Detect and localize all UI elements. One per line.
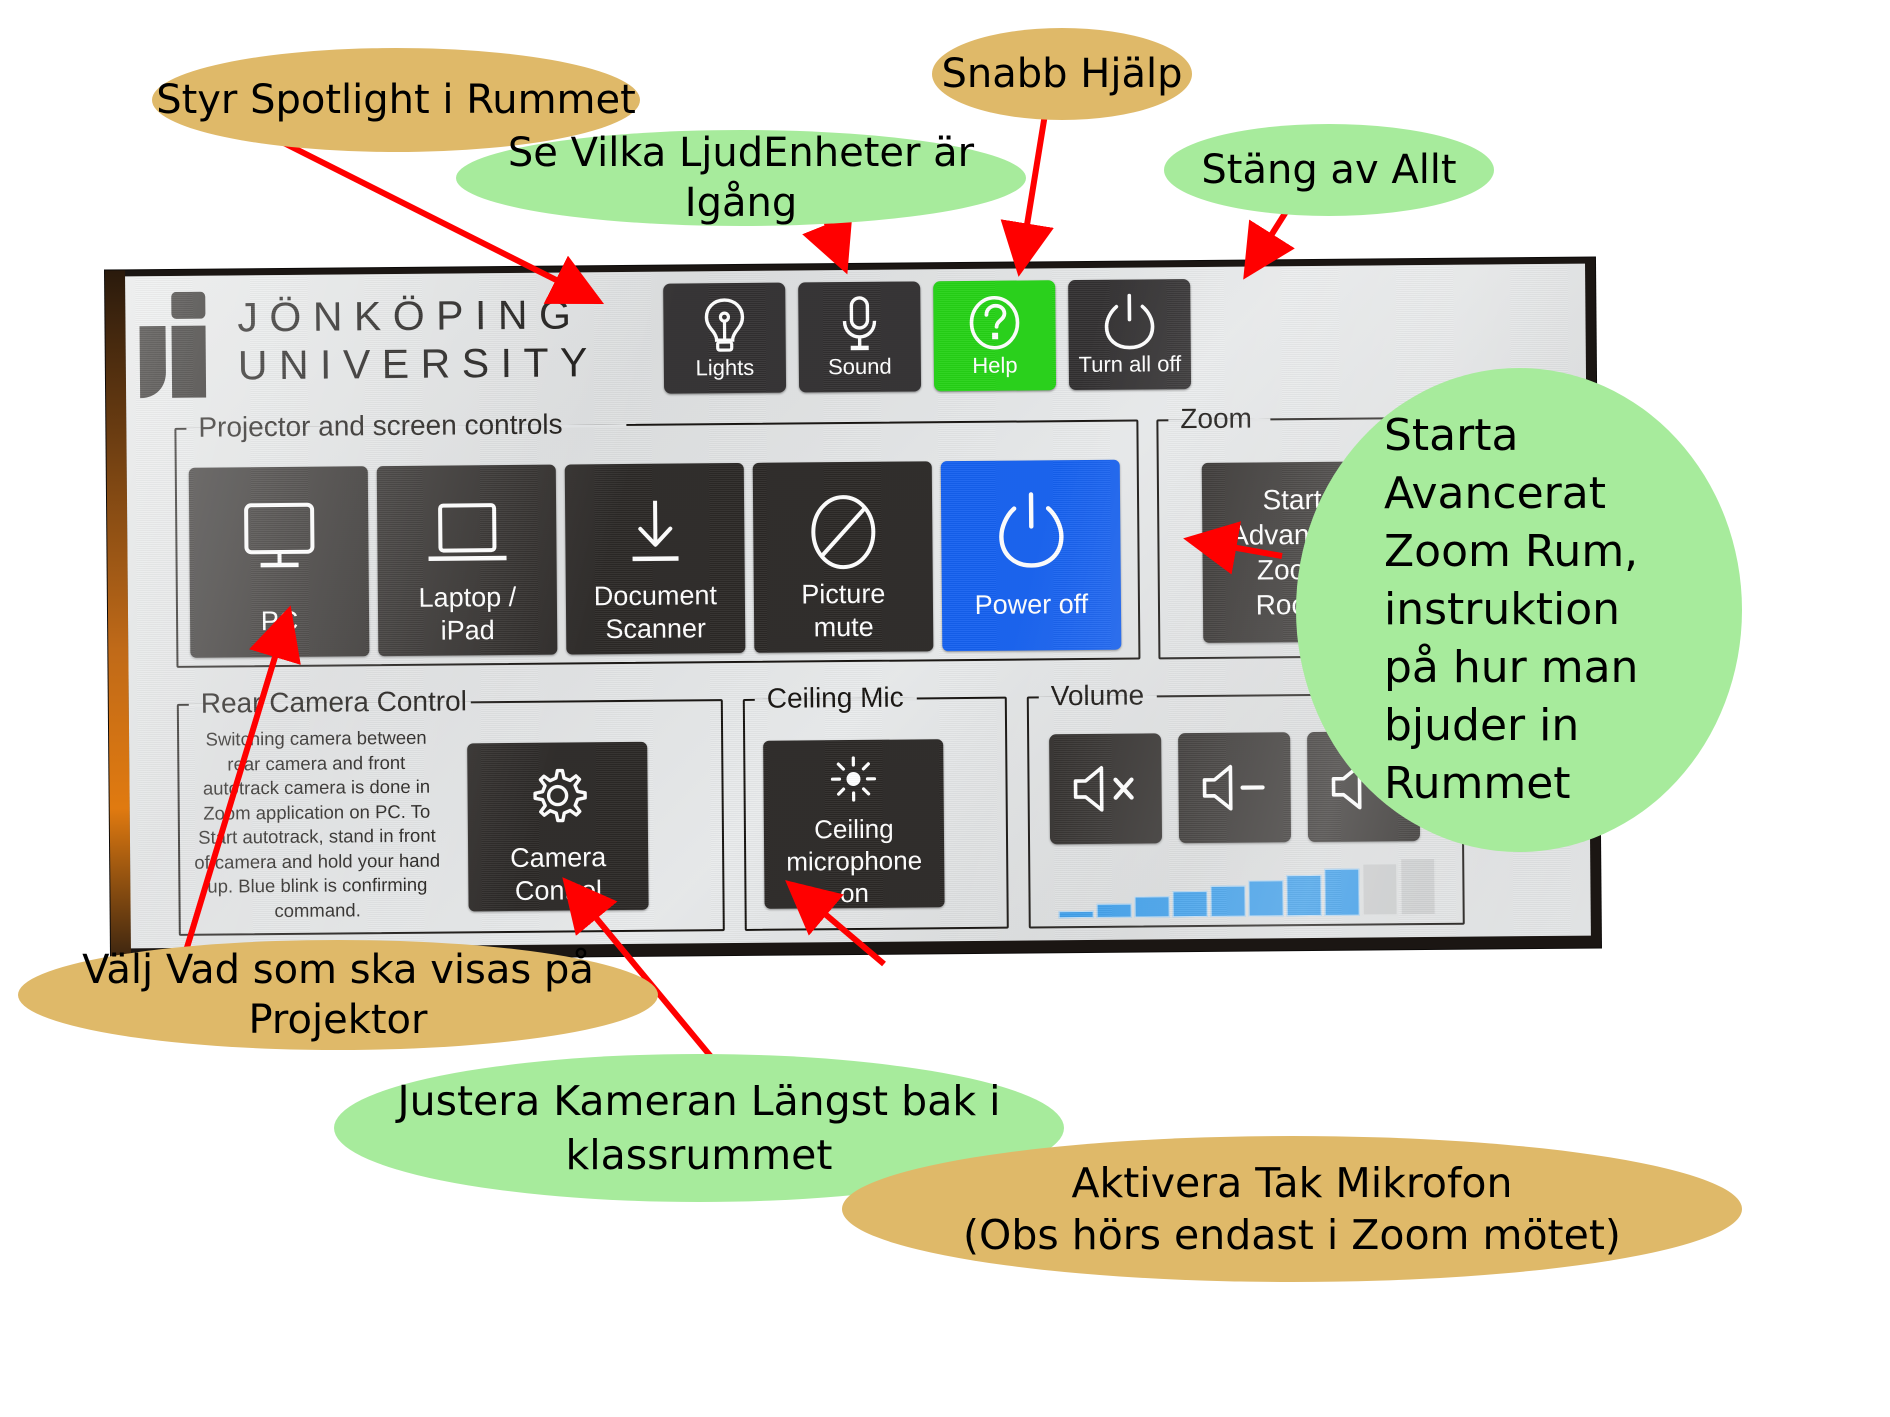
speaker-mute-icon [1073, 766, 1134, 812]
annotation-spotlight: Styr Spotlight i Rummet [152, 48, 640, 152]
volume-meter-bar [1362, 863, 1398, 916]
download-arrow-icon [623, 487, 686, 580]
picture-mute-button[interactable]: Picture mute [752, 461, 934, 653]
laptop-icon [423, 489, 510, 582]
sun-brightness-icon [830, 756, 877, 807]
volume-mute-button[interactable] [1049, 733, 1163, 845]
jonkoping-university-logo: JÖNKÖPING UNIVERSITY [137, 286, 658, 406]
arrow-ljudenheter [802, 184, 853, 275]
volume-down-button[interactable] [1178, 732, 1292, 844]
source-laptop-label-l1: Laptop / [418, 581, 517, 613]
annotation-aktivera-l2: (Obs hörs endast i Zoom mötet) [963, 1211, 1621, 1259]
help-button[interactable]: Help [933, 280, 1057, 392]
picture-mute-label-l1: Picture [801, 578, 886, 610]
volume-level-meter[interactable] [1058, 857, 1448, 919]
annotation-aktivera-l1: Aktivera Tak Mikrofon [1071, 1159, 1513, 1207]
ceiling-mic-label-l1: Ceiling [814, 813, 894, 845]
lightbulb-icon [700, 296, 749, 354]
ceiling-mic-group-title: Ceiling Mic [766, 681, 904, 714]
arrow-snabb-hjalp [1000, 107, 1054, 277]
source-laptop-label-l2: iPad [440, 615, 495, 646]
no-entry-icon [806, 486, 879, 579]
sound-button-label: Sound [827, 353, 892, 380]
annotation-aktivera-tak-mikrofon: Aktivera Tak Mikrofon (Obs hörs endast i… [842, 1136, 1742, 1282]
zoom-button-label-l2: Advanced [1229, 518, 1355, 551]
source-pc-button[interactable]: PC [188, 466, 370, 658]
ceiling-mic-label-l2: microphone [786, 845, 923, 877]
touch-panel-photo: JÖNKÖPING UNIVERSITY Lights Sound Help T… [105, 257, 1601, 961]
gear-icon [526, 764, 589, 832]
rear-camera-description: Switching camera between rear camera and… [194, 726, 441, 921]
volume-meter-bar [1134, 896, 1170, 918]
logo-line-1: JÖNKÖPING [237, 291, 583, 341]
volume-meter-bar [1400, 857, 1436, 916]
annotation-ljudenheter: Se Vilka LjudEnheter är Igång [456, 130, 1026, 226]
annotation-stang-av-allt-text: Stäng av Allt [1201, 147, 1457, 193]
source-laptop-ipad-button[interactable]: Laptop / iPad [376, 464, 558, 657]
annotation-snabb-hjalp: Snabb Hjälp [932, 28, 1192, 120]
annotation-snabb-hjalp-text: Snabb Hjälp [941, 51, 1183, 97]
help-button-label: Help [972, 352, 1018, 378]
source-document-label-l1: Document [593, 580, 718, 612]
volume-meter-bar [1324, 868, 1360, 916]
source-pc-label: PC [260, 605, 299, 637]
volume-meter-bar [1248, 880, 1284, 917]
annotation-stang-av-allt: Stäng av Allt [1164, 124, 1494, 216]
ju-logo-icon [139, 291, 207, 399]
sound-button[interactable]: Sound [798, 281, 922, 393]
camera-control-label-l2: Control [514, 875, 603, 906]
start-advanced-zoom-room-button[interactable]: Start Advanced Zoom Room [1201, 461, 1384, 643]
camera-control-label-l1: Camera [510, 842, 607, 874]
annotation-justera-kameran: Justera Kameran Längst bak i klassrummet [334, 1054, 1064, 1202]
volume-meter-bar [1058, 910, 1094, 919]
ceiling-microphone-on-button[interactable]: Ceiling microphone on [763, 739, 945, 909]
annotation-ljudenheter-text: Se Vilka LjudEnheter är Igång [507, 130, 975, 226]
volume-group-title: Volume [1050, 679, 1145, 712]
ceiling-mic-label-l3: on [839, 877, 870, 909]
volume-button-row [1049, 731, 1421, 845]
power-icon [1104, 292, 1155, 350]
question-circle-icon [967, 294, 1022, 352]
zoom-button-label-l4: Room [1255, 588, 1331, 621]
annotation-justera-l1: Justera Kameran Längst bak i [397, 1077, 1001, 1125]
lights-button-label: Lights [695, 354, 755, 381]
volume-meter-bar [1210, 885, 1246, 917]
camera-control-button[interactable]: Camera Control [467, 741, 649, 912]
monitor-icon [236, 491, 321, 584]
volume-meter-bar [1286, 874, 1322, 917]
volume-up-button[interactable] [1307, 731, 1421, 843]
zoom-button-label-l1: Start [1262, 483, 1322, 516]
speaker-up-icon [1331, 763, 1394, 810]
annotation-justera-l2: klassrummet [565, 1131, 833, 1179]
power-off-button[interactable]: Power off [940, 459, 1122, 652]
source-button-row: PC Laptop / iPad Document Scanner Pictur… [188, 459, 1122, 658]
source-document-label-l2: Scanner [605, 613, 707, 645]
volume-meter-bar [1096, 903, 1132, 918]
top-button-row: Lights Sound Help Turn all off [663, 279, 1192, 394]
power-icon [997, 484, 1064, 577]
speaker-down-icon [1202, 764, 1265, 811]
microphone-icon [839, 295, 880, 353]
picture-mute-label-l2: mute [813, 611, 874, 643]
touch-panel-screen: JÖNKÖPING UNIVERSITY Lights Sound Help T… [125, 263, 1591, 949]
annotation-spotlight-text: Styr Spotlight i Rummet [156, 77, 636, 123]
rear-camera-group-title: Rear Camera Control [200, 685, 468, 719]
volume-meter-bar [1172, 890, 1208, 918]
projector-group-title: Projector and screen controls [198, 408, 563, 443]
zoom-group-title: Zoom [1180, 402, 1253, 435]
power-off-label: Power off [974, 588, 1089, 620]
turn-all-off-button[interactable]: Turn all off [1068, 279, 1192, 391]
turn-all-off-button-label: Turn all off [1078, 351, 1182, 378]
lights-button[interactable]: Lights [663, 282, 787, 394]
logo-line-2: UNIVERSITY [237, 339, 600, 389]
zoom-button-label-l3: Zoom [1256, 553, 1329, 586]
source-document-scanner-button[interactable]: Document Scanner [564, 462, 746, 655]
